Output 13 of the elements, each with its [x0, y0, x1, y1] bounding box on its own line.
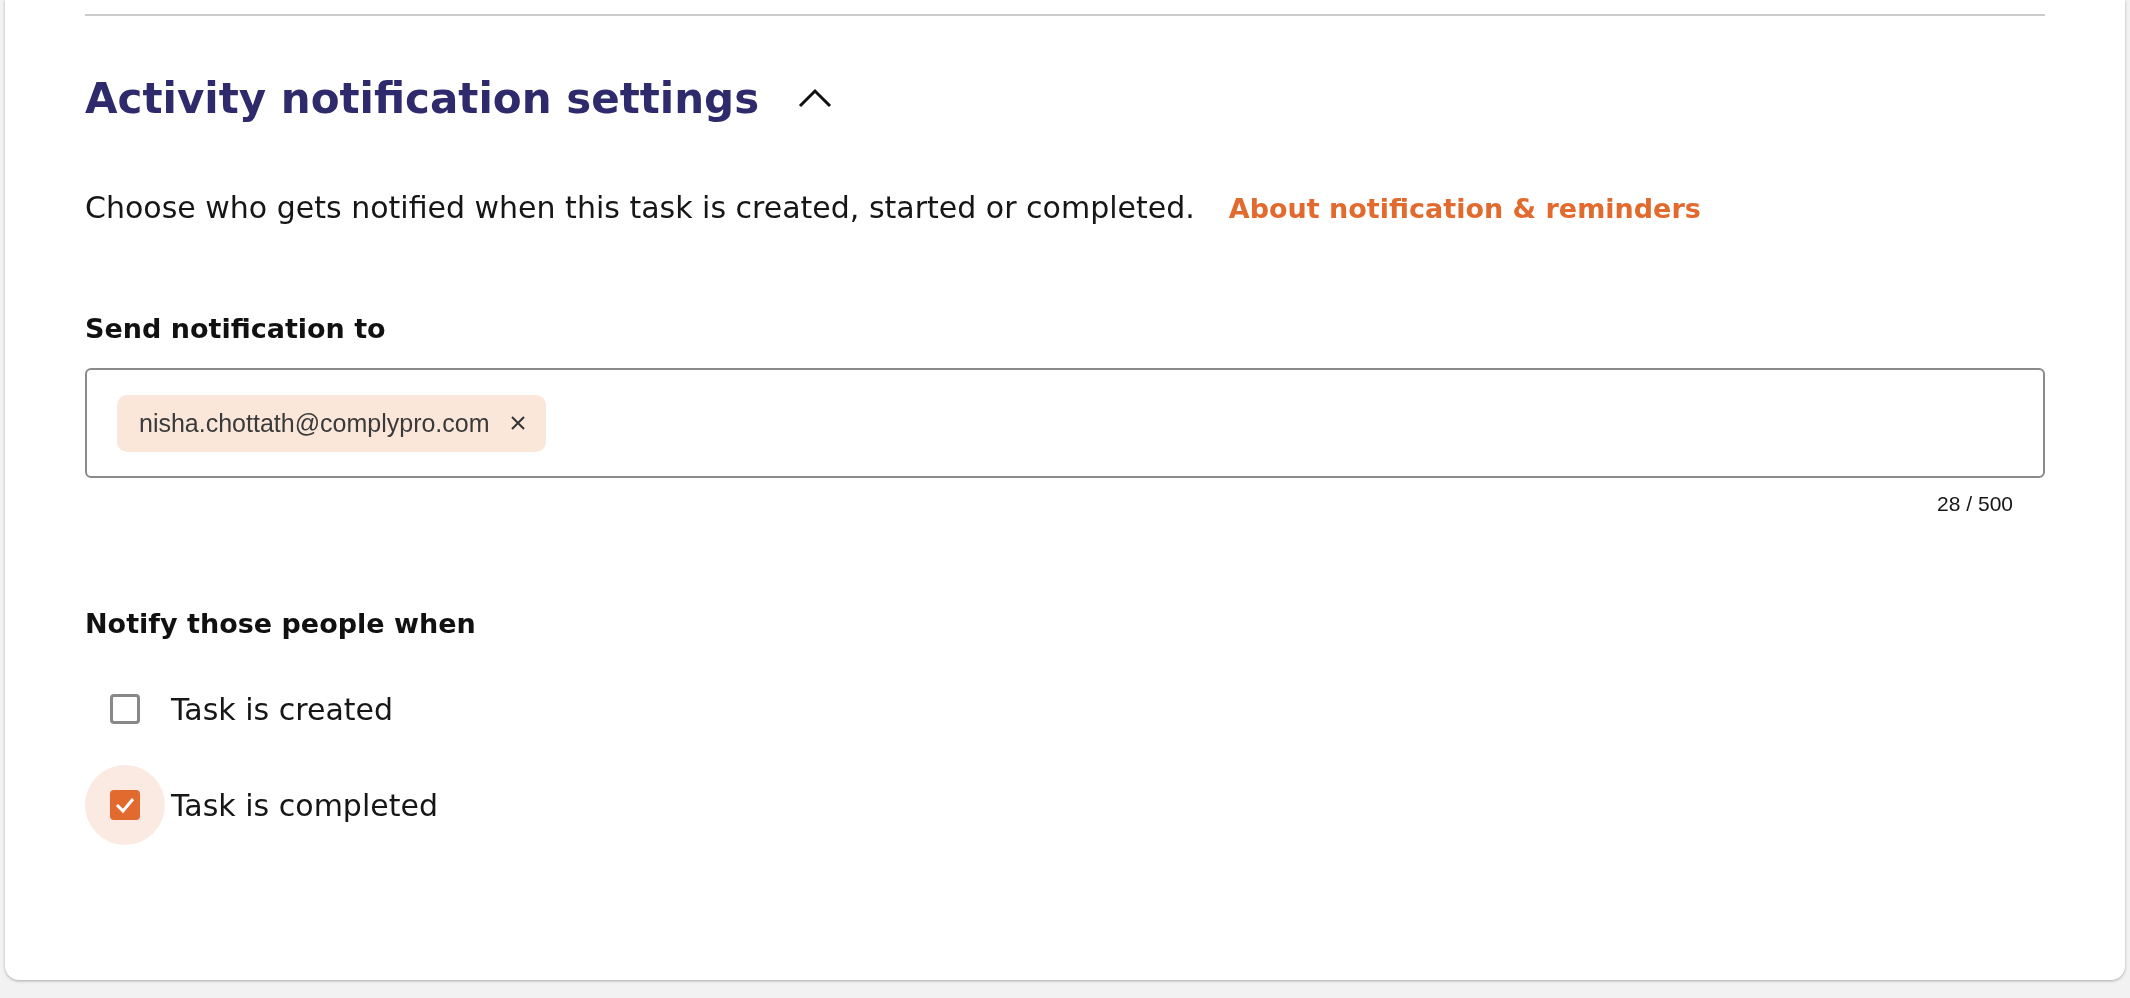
- description-text: Choose who gets notified when this task is created, started or completed.: [85, 190, 1195, 225]
- checkbox[interactable]: [110, 694, 140, 724]
- options-label: Notify those people when: [85, 608, 477, 639]
- chevron-icon: [797, 87, 834, 109]
- remove-icon[interactable]: [509, 415, 526, 431]
- section-title: Activity notification settings: [85, 73, 760, 123]
- field-label: Send notification to: [85, 313, 387, 344]
- checkbox[interactable]: [110, 790, 140, 820]
- checkbox-label: Task is completed: [171, 787, 438, 823]
- character-counter: 28 / 500: [1937, 492, 2013, 516]
- checkbox-label: Task is created: [171, 691, 394, 727]
- recipients-field[interactable]: nisha.chottath@complypro.com: [85, 368, 2045, 478]
- chip-label: nisha.chottath@complypro.com: [139, 408, 490, 438]
